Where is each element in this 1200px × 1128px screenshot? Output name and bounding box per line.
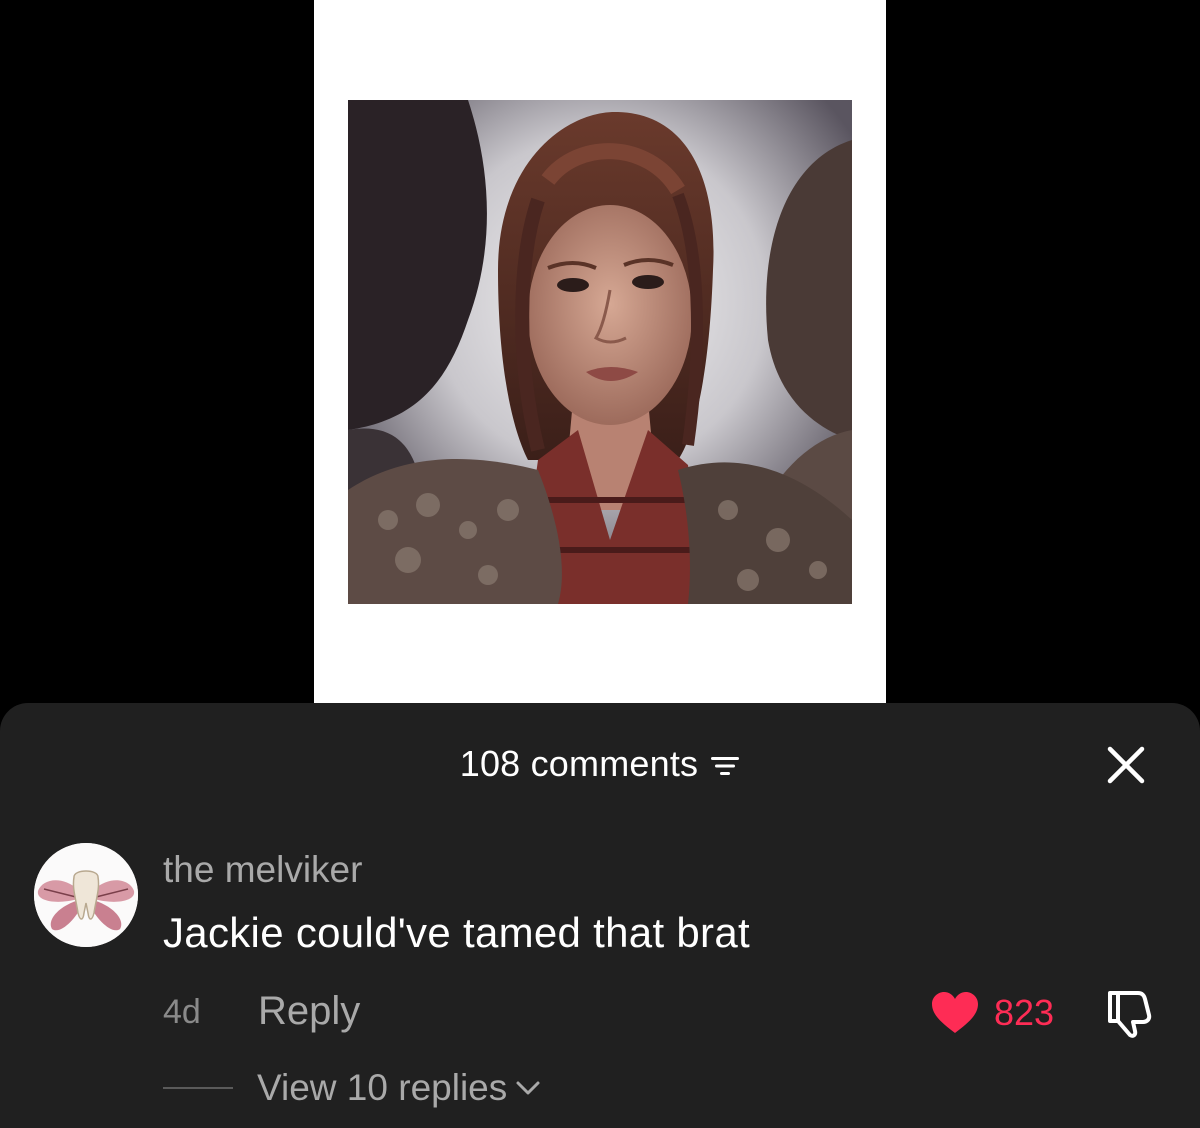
comment-timestamp: 4d	[163, 993, 201, 1031]
screen: 108 comments the melviker Jackie could'v…	[0, 0, 1200, 1128]
chevron-down-icon	[516, 1081, 540, 1095]
video-player[interactable]	[314, 0, 886, 720]
filter-icon[interactable]	[710, 754, 740, 778]
avatar[interactable]	[34, 843, 138, 947]
view-replies-button[interactable]: View 10 replies	[257, 1067, 541, 1109]
thumbs-down-icon[interactable]	[1100, 989, 1156, 1039]
post-image	[348, 100, 852, 604]
like-count: 823	[994, 992, 1055, 1033]
reply-button[interactable]: Reply	[258, 989, 360, 1034]
replies-divider	[163, 1087, 233, 1089]
comment-count: 108 comments	[459, 743, 699, 784]
heart-icon	[932, 992, 978, 1033]
comment-text: Jackie could've tamed that brat	[163, 909, 750, 956]
comments-header: 108 comments	[0, 739, 1200, 789]
comment-username[interactable]: the melviker	[163, 849, 362, 891]
view-replies-label: View 10 replies	[257, 1067, 508, 1108]
comments-sheet: 108 comments the melviker Jackie could'v…	[0, 703, 1200, 1128]
like-button[interactable]: 823	[930, 989, 1054, 1037]
view-replies-row: View 10 replies	[163, 1063, 541, 1113]
close-icon[interactable]	[1104, 743, 1148, 787]
comment-item: the melviker Jackie could've tamed that …	[0, 841, 1200, 1111]
